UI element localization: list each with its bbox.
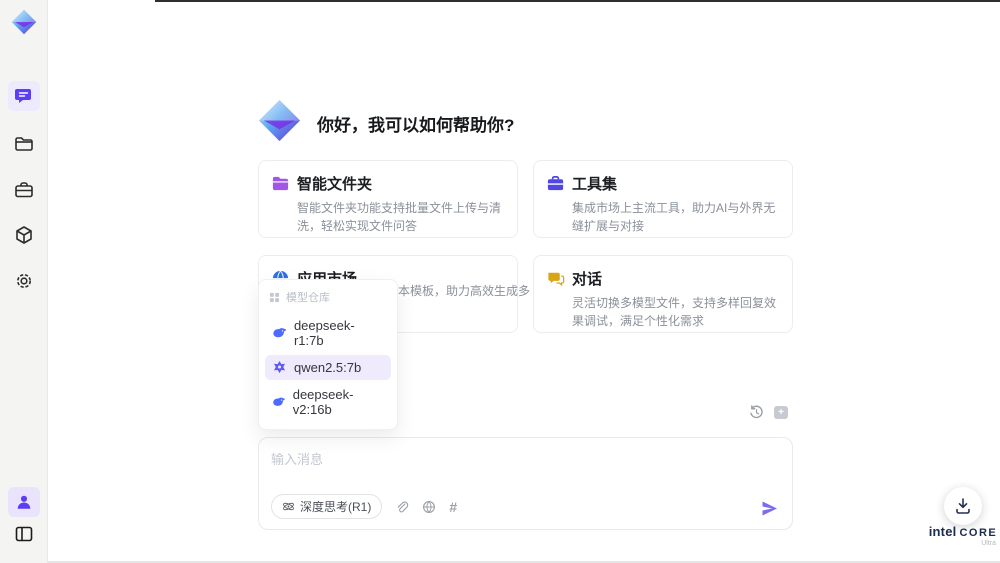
sidebar-item-chat[interactable]	[8, 81, 40, 111]
card-toolset[interactable]: 工具集 集成市场上主流工具，助力AI与外界无缝扩展与对接	[533, 160, 793, 238]
smart-folder-icon	[272, 176, 289, 191]
model-dropdown-group: 模型仓库	[265, 287, 391, 311]
plus-icon: +	[774, 405, 788, 419]
card-description: 灵活切换多模型文件，支持多样回复效果调试，满足个性化需求	[572, 296, 777, 328]
model-option-label: qwen2.5:7b	[294, 360, 362, 375]
sidebar-item-apps[interactable]	[8, 220, 40, 250]
intel-sub-text: Ultra	[981, 540, 996, 547]
deepthink-label: 深度思考(R1)	[300, 500, 372, 514]
greeting-text: 你好，我可以如何帮助你?	[317, 116, 515, 135]
card-dialogue[interactable]: 对话 灵活切换多模型文件，支持多样回复效果调试，满足个性化需求	[533, 255, 793, 333]
qwen-icon	[273, 360, 286, 374]
model-option-deepseek-v2[interactable]: deepseek-v2:16b	[265, 382, 391, 422]
app-window: 你好，我可以如何帮助你? 智能文件夹 智能文件夹功能支持批量文件上传与清洗，轻松…	[0, 0, 1000, 563]
model-dropdown: 模型仓库 deepseek-r1:7b qwen2.5:7b deepseek-…	[258, 279, 398, 430]
card-smart-folder[interactable]: 智能文件夹 智能文件夹功能支持批量文件上传与清洗，轻松实现文件问答	[258, 160, 518, 238]
deepseek-whale-icon	[273, 327, 286, 337]
sidebar-item-collapse[interactable]	[8, 519, 40, 549]
composer-toolbar: 深度思考(R1) #	[271, 494, 457, 519]
message-composer: 深度思考(R1) #	[258, 437, 793, 530]
core-logo-text: CORE	[959, 527, 998, 539]
dialogue-icon	[548, 272, 565, 287]
intel-logo-text: intel	[928, 524, 957, 539]
repo-icon	[269, 292, 280, 302]
greeting-logo-icon	[258, 99, 301, 142]
deepseek-whale-icon	[273, 397, 285, 406]
deepthink-atom-icon	[283, 502, 294, 511]
card-description: 智能文件夹功能支持批量文件上传与清洗，轻松实现文件问答	[297, 201, 502, 233]
model-option-deepseek-r1[interactable]: deepseek-r1:7b	[265, 313, 391, 353]
history-icon	[749, 404, 763, 418]
card-description-partial: 本模板，助力高效生成多	[398, 284, 531, 298]
model-option-label: deepseek-r1:7b	[293, 318, 355, 348]
briefcase-icon	[15, 182, 33, 198]
intel-core-badge: intel CORE Ultra	[926, 524, 1000, 547]
download-fab-button[interactable]	[944, 487, 982, 525]
model-group-label: 模型仓库	[286, 292, 330, 304]
user-icon	[17, 495, 31, 509]
sidebar-item-profile[interactable]	[8, 487, 40, 517]
model-option-qwen[interactable]: qwen2.5:7b	[265, 355, 391, 380]
deepthink-toggle[interactable]: 深度思考(R1)	[271, 494, 383, 519]
chat-bubble-icon	[15, 89, 31, 103]
sidebar	[0, 0, 48, 563]
new-chat-button[interactable]: +	[773, 404, 789, 420]
folder-icon	[15, 137, 33, 151]
gear-icon	[17, 274, 31, 288]
sidebar-item-settings[interactable]	[8, 266, 40, 296]
sidebar-item-folders[interactable]	[8, 129, 40, 159]
chat-actions: +	[748, 404, 789, 420]
card-title: 工具集	[572, 176, 618, 193]
window-top-edge	[155, 0, 1000, 2]
paperclip-icon	[398, 501, 409, 512]
send-icon	[762, 501, 777, 516]
panel-layout-icon	[15, 526, 33, 542]
attach-button[interactable]	[395, 500, 409, 514]
card-title: 对话	[572, 271, 603, 288]
sidebar-item-toolbox[interactable]	[8, 175, 40, 205]
download-icon	[956, 498, 970, 514]
app-logo-icon	[11, 9, 37, 35]
message-input[interactable]	[259, 438, 792, 490]
send-button[interactable]	[760, 499, 779, 518]
prompt-template-button[interactable]: #	[449, 499, 457, 515]
globe-icon	[423, 500, 436, 513]
model-option-label: deepseek-v2:16b	[292, 387, 354, 417]
card-title: 智能文件夹	[297, 176, 373, 193]
history-button[interactable]	[748, 404, 764, 420]
card-description: 集成市场上主流工具，助力AI与外界无缝扩展与对接	[572, 201, 776, 233]
toolset-icon	[547, 175, 564, 191]
cube-icon	[16, 226, 32, 244]
web-search-button[interactable]	[422, 500, 436, 514]
